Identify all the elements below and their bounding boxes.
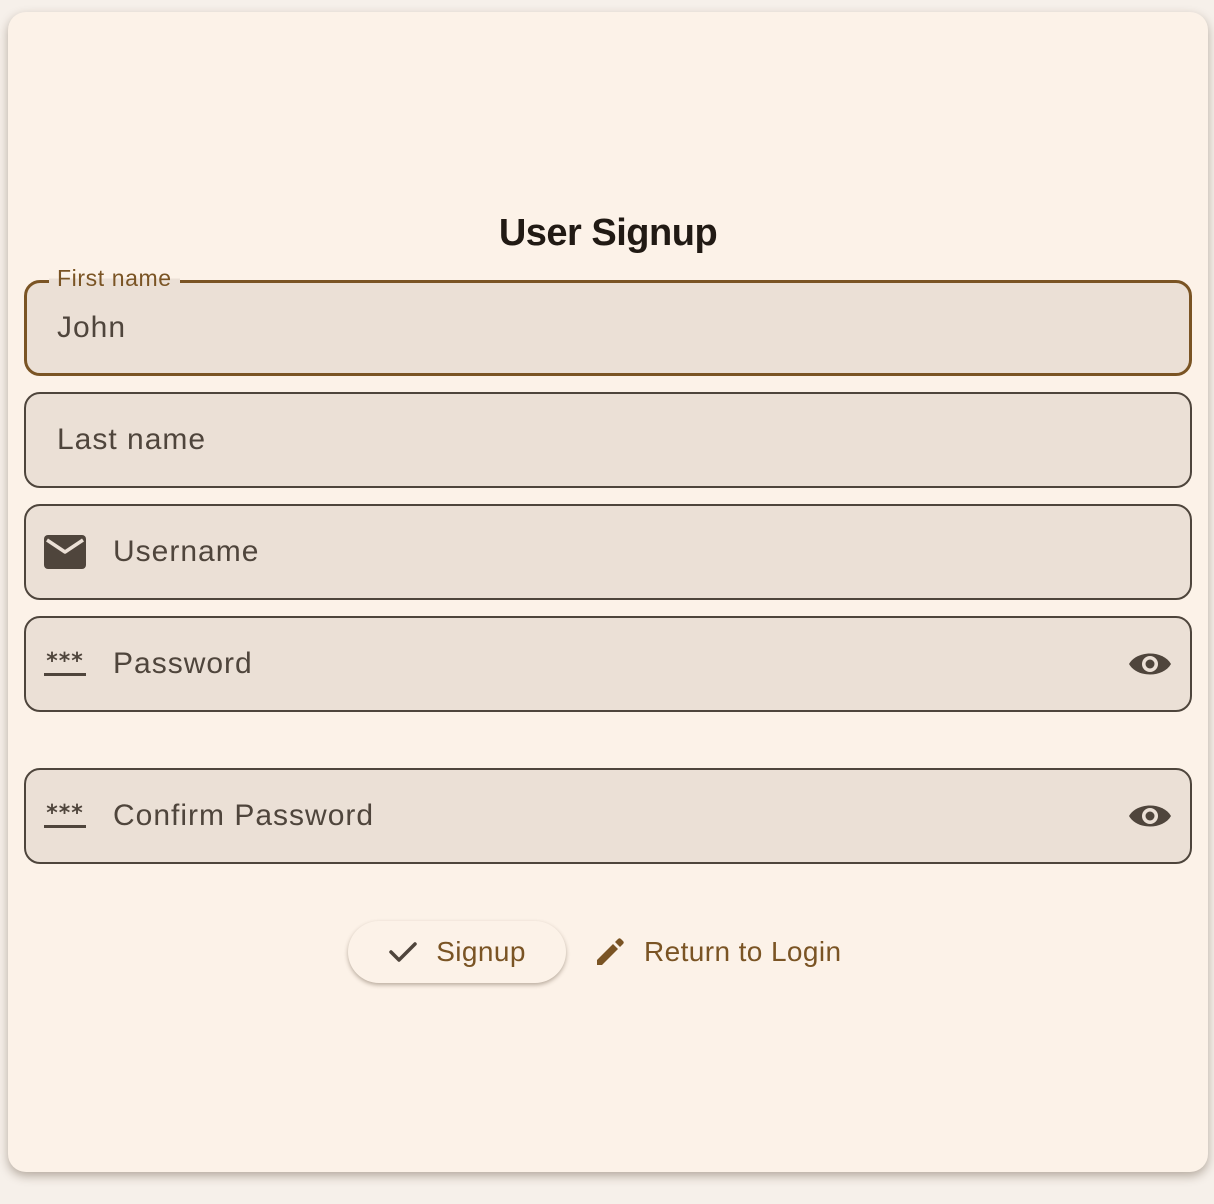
username-field[interactable]: Username: [24, 504, 1192, 600]
first-name-value: John: [57, 311, 127, 344]
eye-icon[interactable]: [1126, 618, 1174, 710]
form-actions: Signup Return to Login: [348, 920, 845, 984]
pencil-icon: [594, 936, 626, 968]
svg-text:***: ***: [46, 650, 84, 674]
signup-card: User Signup First name John Last name Us…: [8, 12, 1208, 1172]
svg-text:***: ***: [46, 802, 84, 826]
username-placeholder: Username: [113, 535, 260, 568]
password-placeholder: Password: [113, 647, 253, 680]
return-to-login-button[interactable]: Return to Login: [590, 921, 845, 983]
eye-icon[interactable]: [1126, 770, 1174, 862]
check-icon: [388, 940, 418, 964]
page-title: User Signup: [498, 212, 718, 254]
envelope-icon: [42, 506, 88, 598]
last-name-placeholder: Last name: [57, 423, 207, 456]
last-name-field[interactable]: Last name: [24, 392, 1192, 488]
first-name-field[interactable]: First name John: [24, 265, 1192, 376]
confirm-password-field[interactable]: *** Confirm Password: [24, 768, 1192, 864]
confirm-password-placeholder: Confirm Password: [113, 799, 375, 832]
signup-label: Signup: [436, 936, 526, 967]
signup-button[interactable]: Signup: [348, 921, 566, 983]
password-icon: ***: [42, 618, 88, 710]
password-field[interactable]: *** Password: [24, 616, 1192, 712]
return-to-login-label: Return to Login: [644, 936, 842, 967]
password-icon: ***: [42, 770, 88, 862]
